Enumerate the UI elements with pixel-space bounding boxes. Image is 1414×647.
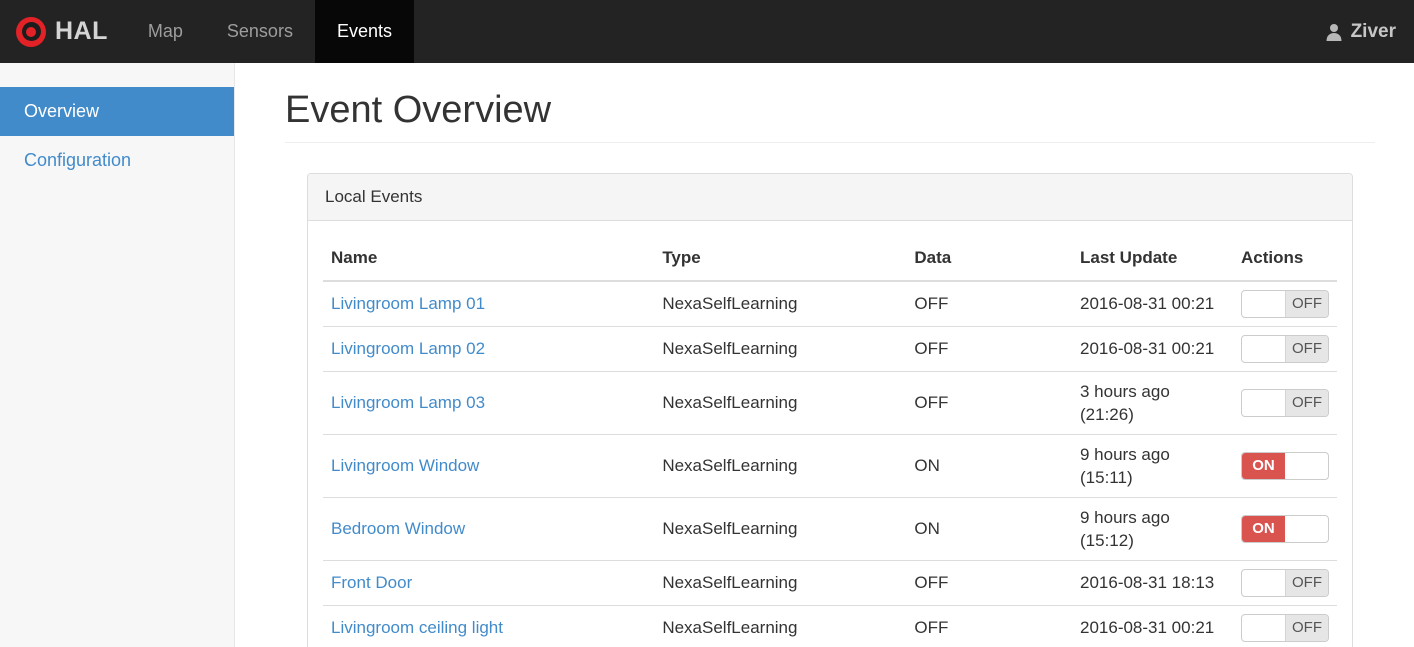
toggle-off-segment: OFF [1285, 389, 1328, 416]
nav-item-sensors[interactable]: Sensors [205, 0, 315, 63]
event-actions-cell: OFF [1232, 370, 1337, 435]
navbar-menu: Map Sensors Events [126, 0, 414, 63]
nav-item-map[interactable]: Map [126, 0, 205, 63]
event-type-cell: NexaSelfLearning [654, 370, 907, 435]
sidebar: Overview Configuration [0, 63, 235, 647]
panel-title: Local Events [308, 173, 1352, 221]
main-content: Event Overview Local Events Name Type Da… [235, 63, 1414, 647]
page-title: Event Overview [285, 89, 552, 131]
toggle-off-segment: OFF [1285, 614, 1328, 641]
event-actions-cell: ON [1232, 433, 1337, 498]
user-name: Ziver [1350, 20, 1396, 42]
event-last-update-cell: 2016-08-31 00:21 [1072, 325, 1233, 372]
event-name-cell: Livingroom Lamp 02 [323, 325, 655, 372]
column-header-data: Data [906, 235, 1072, 282]
toggle-on-segment [1242, 390, 1285, 416]
table-row: Livingroom ceiling light NexaSelfLearnin… [323, 604, 1337, 647]
user-icon [1324, 22, 1344, 42]
event-data-cell: OFF [906, 370, 1072, 435]
event-actions-cell: OFF [1232, 604, 1337, 647]
toggle-on-segment: ON [1242, 515, 1285, 542]
table-row: Livingroom Lamp 02 NexaSelfLearning OFF … [323, 325, 1337, 372]
brand-title: HAL [55, 17, 108, 45]
user-menu[interactable]: Ziver [1324, 0, 1414, 63]
column-header-type: Type [654, 235, 907, 282]
toggle-on-segment [1242, 570, 1285, 596]
event-last-update-cell: 2016-08-31 00:21 [1080, 294, 1215, 314]
event-type-cell: NexaSelfLearning [654, 325, 907, 372]
event-toggle-switch[interactable]: OFF [1241, 388, 1329, 417]
event-toggle-switch[interactable]: ON [1241, 451, 1329, 480]
table-row: Livingroom Window NexaSelfLearning ON 9 … [323, 433, 1337, 498]
event-data-cell: ON [906, 496, 1072, 561]
event-data-cell: OFF [914, 294, 949, 314]
toggle-off-segment: OFF [1285, 335, 1328, 362]
event-last-update-cell: 9 hours ago (15:11) [1072, 433, 1233, 498]
event-type-cell: NexaSelfLearning [662, 294, 798, 314]
event-name-cell: Bedroom Window [323, 496, 655, 561]
toggle-on-segment [1242, 336, 1285, 362]
event-name-cell: Livingroom ceiling light [323, 604, 655, 647]
nav-item-events[interactable]: Events [314, 0, 414, 63]
event-name-cell: Front Door [323, 559, 655, 606]
table-row: Livingroom Lamp 01 NexaSelfLearning OFF … [323, 281, 1337, 327]
event-name-link[interactable]: Bedroom Window [331, 519, 465, 538]
table-row: Livingroom Lamp 03 NexaSelfLearning OFF … [323, 370, 1337, 435]
event-name-link[interactable]: Livingroom ceiling light [331, 618, 503, 637]
event-last-update-cell: 3 hours ago (21:26) [1072, 370, 1233, 435]
toggle-on-segment: ON [1242, 452, 1285, 479]
column-header-last-update: Last Update [1072, 235, 1233, 282]
events-table-header-row: Name Type Data Last Update Actions [323, 235, 1337, 282]
event-last-update-cell: 9 hours ago (15:12) [1072, 496, 1233, 561]
event-data-cell: ON [906, 433, 1072, 498]
event-name-cell: Livingroom Lamp 03 [323, 370, 655, 435]
event-type-cell: NexaSelfLearning [654, 496, 907, 561]
table-row: Bedroom Window NexaSelfLearning ON 9 hou… [323, 496, 1337, 561]
events-table-body: Livingroom Lamp 01 NexaSelfLearning OFF … [323, 281, 1337, 647]
event-type-cell: NexaSelfLearning [654, 604, 907, 647]
sidebar-item-configuration[interactable]: Configuration [0, 136, 234, 185]
event-last-update-cell: 2016-08-31 00:21 [1072, 604, 1233, 647]
event-type-cell: NexaSelfLearning [654, 433, 907, 498]
event-name-cell: Livingroom Window [323, 433, 655, 498]
table-row: Front Door NexaSelfLearning OFF 2016-08-… [323, 559, 1337, 606]
page-layout: Overview Configuration Event Overview Lo… [0, 63, 1414, 647]
event-name-link[interactable]: Livingroom Lamp 02 [331, 339, 485, 358]
event-name-cell: Livingroom Lamp 01 [323, 281, 654, 327]
panel-body: Name Type Data Last Update Actions Livin… [308, 221, 1352, 647]
event-data-cell: OFF [906, 604, 1072, 647]
toggle-on-segment [1242, 615, 1285, 641]
toggle-off-segment: OFF [1285, 569, 1328, 596]
hal-target-logo-icon [16, 16, 46, 47]
event-last-update-cell: 2016-08-31 18:13 [1072, 559, 1233, 606]
column-header-name: Name [323, 235, 655, 282]
event-name-link[interactable]: Livingroom Lamp 01 [331, 294, 485, 313]
event-name-link[interactable]: Livingroom Lamp 03 [331, 393, 485, 412]
event-actions-cell: OFF [1232, 559, 1337, 606]
event-actions-cell: OFF [1233, 281, 1337, 327]
event-actions-cell: ON [1232, 496, 1337, 561]
toggle-off-segment [1285, 453, 1328, 479]
event-toggle-switch[interactable]: ON [1241, 514, 1329, 543]
event-actions-cell: OFF [1232, 325, 1337, 372]
page-header: Event Overview [285, 89, 1375, 143]
brand[interactable]: HAL [0, 0, 126, 63]
event-name-link[interactable]: Livingroom Window [331, 456, 479, 475]
events-table: Name Type Data Last Update Actions Livin… [323, 235, 1337, 647]
event-toggle-switch[interactable]: OFF [1241, 613, 1329, 642]
toggle-off-segment [1285, 516, 1328, 542]
column-header-actions: Actions [1232, 235, 1337, 282]
toggle-off-segment: OFF [1285, 290, 1328, 317]
event-name-link[interactable]: Front Door [331, 573, 412, 592]
event-toggle-switch[interactable]: OFF [1241, 568, 1329, 597]
event-toggle-switch[interactable]: OFF [1241, 289, 1329, 318]
event-toggle-switch[interactable]: OFF [1241, 334, 1329, 363]
event-data-cell: OFF [906, 559, 1072, 606]
event-data-cell: OFF [906, 325, 1072, 372]
local-events-panel: Local Events Name Type Data Last Update … [307, 172, 1353, 647]
sidebar-item-overview[interactable]: Overview [0, 87, 234, 136]
top-navbar: HAL Map Sensors Events Ziver [0, 0, 1414, 63]
toggle-on-segment [1242, 291, 1285, 317]
event-type-cell: NexaSelfLearning [654, 559, 907, 606]
